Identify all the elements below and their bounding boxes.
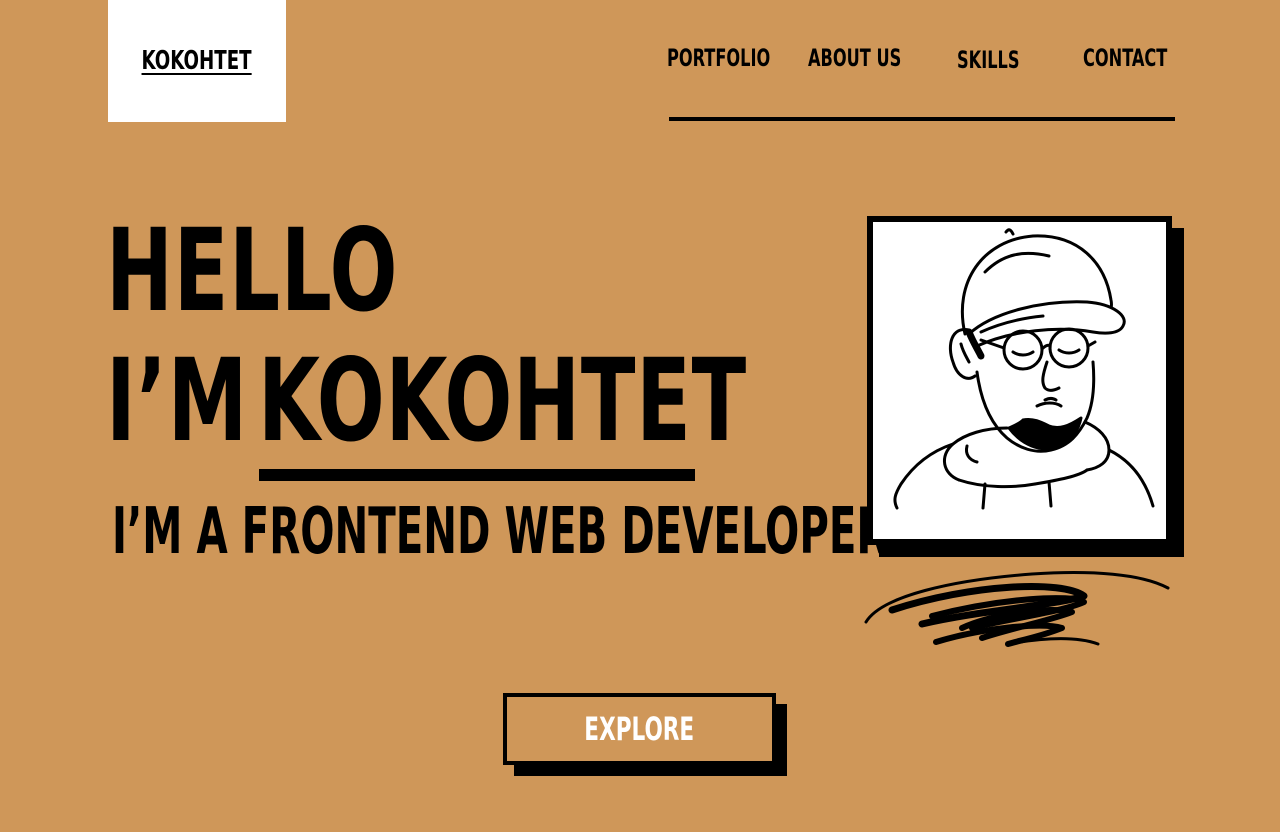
explore-button-label: EXPLORE <box>584 710 695 748</box>
nav-divider <box>669 117 1175 121</box>
logo-link[interactable]: KOKOHTET <box>108 0 286 122</box>
nav-contact[interactable]: CONTACT <box>1083 44 1167 72</box>
scribble-decoration-icon <box>864 571 1170 647</box>
nav-about-us[interactable]: ABOUT US <box>808 44 901 72</box>
portrait-frame <box>867 216 1172 545</box>
hero-subtitle: I’M A FRONTEND WEB DEVELOPER <box>112 495 888 569</box>
explore-button[interactable]: EXPLORE <box>503 693 776 765</box>
name-underline <box>259 469 695 481</box>
nav-portfolio[interactable]: PORTFOLIO <box>667 44 770 72</box>
hero-greeting: HELLO <box>106 204 399 337</box>
logo-text: KOKOHTET <box>141 46 253 76</box>
hero-intro-prefix: I’M <box>106 334 249 467</box>
hero-name: KOKOHTET <box>258 334 748 467</box>
nav-skills[interactable]: SKILLS <box>957 46 1020 74</box>
developer-portrait-icon <box>893 228 1155 510</box>
